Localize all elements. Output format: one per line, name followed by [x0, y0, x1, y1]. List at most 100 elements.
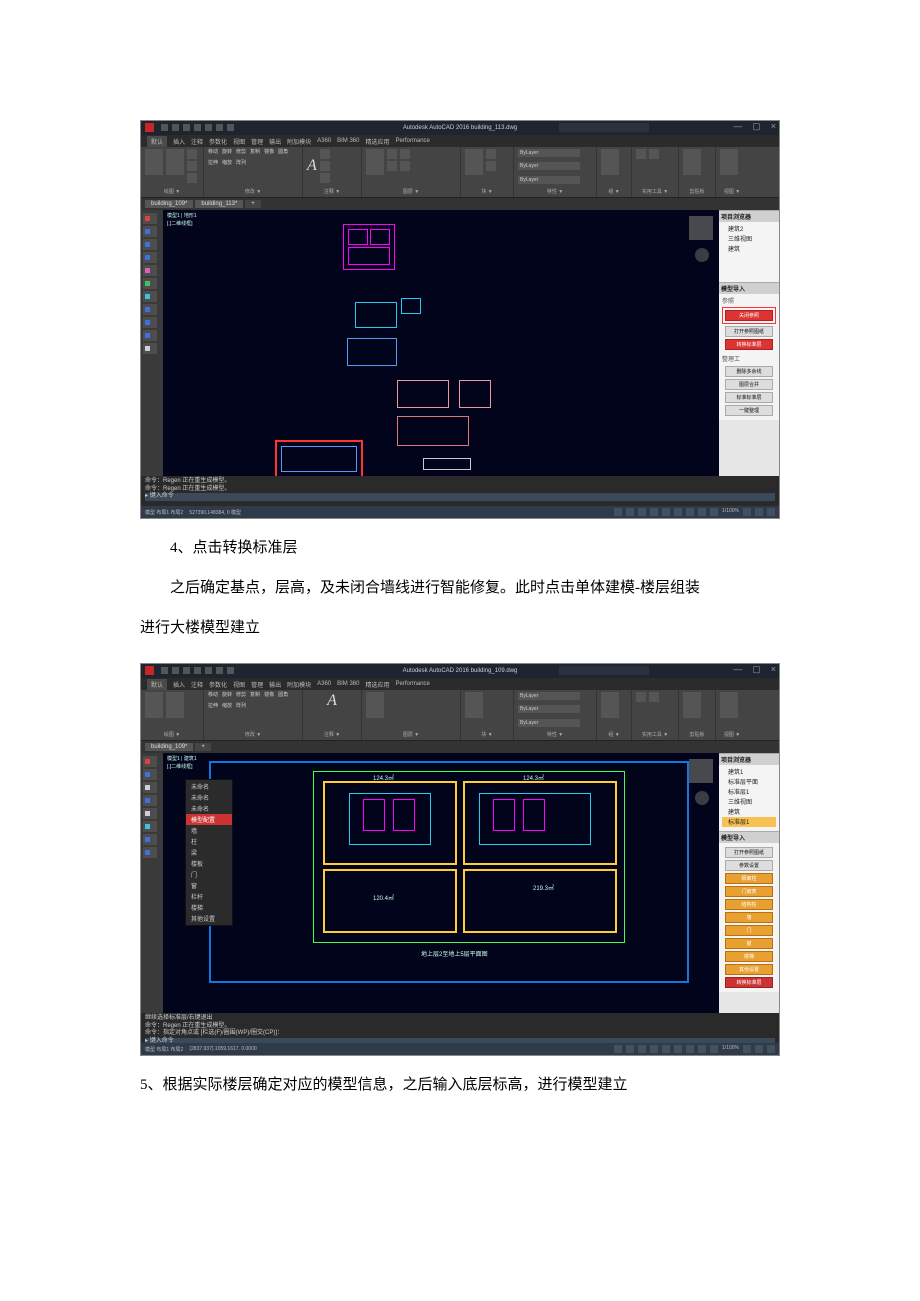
modify-cmd[interactable]: 拉伸 [208, 160, 218, 167]
ribbon-tab[interactable]: 附加模块 [287, 137, 311, 146]
minimize-icon[interactable]: — [733, 121, 742, 132]
lineweight-dropdown[interactable]: ByLayer [518, 176, 580, 184]
palette-tool[interactable] [143, 304, 157, 315]
maximize-icon[interactable]: ▢ [752, 664, 761, 675]
model-button[interactable]: 结构柱 [725, 899, 773, 910]
cleanup-button[interactable]: 删除多余线 [725, 366, 773, 377]
draw-button[interactable] [187, 149, 197, 159]
quick-access-toolbar[interactable] [161, 124, 234, 131]
project-browser-body[interactable]: 建筑1 标准层平面 标准层1 三维视图 建筑 标准层1 [719, 765, 779, 831]
status-bar[interactable]: 模型 布局1 布局2 527390.148384, 0 模型 1/100% [141, 506, 779, 518]
polyline-button[interactable] [166, 149, 184, 175]
ribbon-tab[interactable]: Performance [396, 138, 430, 144]
modify-cmd[interactable]: 镜像 [264, 149, 274, 156]
ribbon-tab[interactable]: 视图 [233, 137, 245, 146]
visual-style-label[interactable]: [.]二维线框] [167, 220, 193, 227]
layer-button[interactable] [387, 149, 397, 159]
app-icon[interactable] [145, 123, 154, 132]
tree-item-selected[interactable]: 标准层1 [722, 817, 776, 827]
ribbon-tab[interactable]: BIM 360 [337, 138, 359, 144]
model-button[interactable]: 门 [725, 925, 773, 936]
palette-tool[interactable] [143, 226, 157, 237]
cleanup-button[interactable]: 标准标准层 [725, 392, 773, 403]
ribbon-tab[interactable]: 插入 [173, 680, 185, 689]
layer-button[interactable] [400, 149, 410, 159]
palette-tool[interactable] [143, 756, 157, 767]
model-button[interactable]: 门窗表 [725, 886, 773, 897]
viewcube[interactable] [689, 216, 713, 240]
ctx-item[interactable]: 梁 [186, 847, 232, 858]
ctx-item[interactable]: 未命名 [186, 792, 232, 803]
insert-block-button[interactable] [465, 149, 483, 175]
modify-cmd[interactable]: 移动 [208, 149, 218, 156]
block-button[interactable] [486, 161, 496, 171]
close-icon[interactable]: × [771, 664, 776, 675]
dim-button[interactable] [320, 149, 330, 159]
quick-access-toolbar[interactable] [161, 667, 234, 674]
palette-tool[interactable] [143, 821, 157, 832]
command-line[interactable]: 命令：Regen 正在重生成模型。 命令：Regen 正在重生成模型。 ▸ 键入… [141, 476, 779, 506]
table-button[interactable] [320, 173, 330, 183]
model-button[interactable]: 楼梯 [725, 951, 773, 962]
palette-tool[interactable] [143, 834, 157, 845]
cleanup-button[interactable]: 图层合并 [725, 379, 773, 390]
ribbon-tab[interactable]: 参数化 [209, 137, 227, 146]
drawing-canvas[interactable]: 模型1 | 建筑1 [.]二维线框] [163, 753, 719, 1013]
model-button[interactable]: 窗 [725, 938, 773, 949]
ribbon-tab[interactable]: Performance [396, 681, 430, 687]
app-icon[interactable] [145, 666, 154, 675]
modify-cmd[interactable]: 旋转 [222, 149, 232, 156]
ctx-item[interactable]: 栏杆 [186, 891, 232, 902]
ctx-item[interactable]: 墙 [186, 825, 232, 836]
palette-tool[interactable] [143, 252, 157, 263]
status-icons[interactable]: 1/100% [614, 1045, 775, 1053]
model-button[interactable]: 墙 [725, 912, 773, 923]
leader-button[interactable] [320, 161, 330, 171]
viewcube[interactable] [689, 759, 713, 783]
palette-tool[interactable] [143, 808, 157, 819]
close-icon[interactable]: × [771, 121, 776, 132]
tree-item[interactable]: 建筑 [722, 807, 776, 817]
model-button[interactable]: 其他设置 [725, 964, 773, 975]
paste-button[interactable] [683, 149, 701, 175]
ribbon-tab[interactable]: A360 [317, 138, 331, 144]
file-tab[interactable]: building_109* [145, 743, 193, 751]
ctx-item[interactable]: 楼梯 [186, 902, 232, 913]
palette-tool[interactable] [143, 343, 157, 354]
ribbon-tabs[interactable]: 默认 插入 注释 参数化 视图 管理 输出 附加模块 A360 BIM 360 … [141, 678, 779, 690]
palette-tool[interactable] [143, 795, 157, 806]
ctx-item[interactable]: 楼板 [186, 858, 232, 869]
palette-tool[interactable] [143, 239, 157, 250]
linetype-dropdown[interactable]: ByLayer [518, 162, 580, 170]
util-button[interactable] [636, 149, 646, 159]
ribbon-tab[interactable]: 插入 [173, 137, 185, 146]
tree-item[interactable]: 建筑1 [722, 767, 776, 777]
util-button[interactable] [649, 149, 659, 159]
ctx-item-highlight[interactable]: 模型配置 [186, 814, 232, 825]
palette-tool[interactable] [143, 317, 157, 328]
tree-item[interactable]: 标准层平面 [722, 777, 776, 787]
project-browser-body[interactable]: 建筑2 三维视图 建筑 [719, 222, 779, 282]
cmd-input[interactable]: ▸ 键入命令 [145, 493, 775, 501]
palette-tool[interactable] [143, 265, 157, 276]
tool-palette[interactable] [141, 753, 163, 1013]
new-tab-button[interactable]: + [195, 743, 211, 751]
palette-tool[interactable] [143, 847, 157, 858]
tree-item[interactable]: 三维视图 [722, 234, 776, 244]
ribbon-tab[interactable]: 管理 [251, 680, 263, 689]
modify-cmd[interactable]: 阵列 [236, 160, 246, 167]
line-button[interactable] [145, 149, 163, 175]
layer-button[interactable] [387, 161, 397, 171]
group-button[interactable] [601, 149, 619, 175]
window-controls[interactable]: — ▢ × [733, 664, 776, 675]
open-ref-button[interactable]: 打开参照图纸 [725, 326, 773, 337]
file-tabs[interactable]: building_109* building_113* + [141, 198, 779, 210]
modify-cmd[interactable]: 圆角 [278, 149, 288, 156]
tree-item[interactable]: 建筑2 [722, 224, 776, 234]
draw-button[interactable] [187, 173, 197, 183]
ribbon-tab[interactable]: 附加模块 [287, 680, 311, 689]
block-button[interactable] [486, 149, 496, 159]
ctx-item[interactable]: 未命名 [186, 803, 232, 814]
cleanup-button[interactable]: 一键整理 [725, 405, 773, 416]
layer-button[interactable] [400, 161, 410, 171]
